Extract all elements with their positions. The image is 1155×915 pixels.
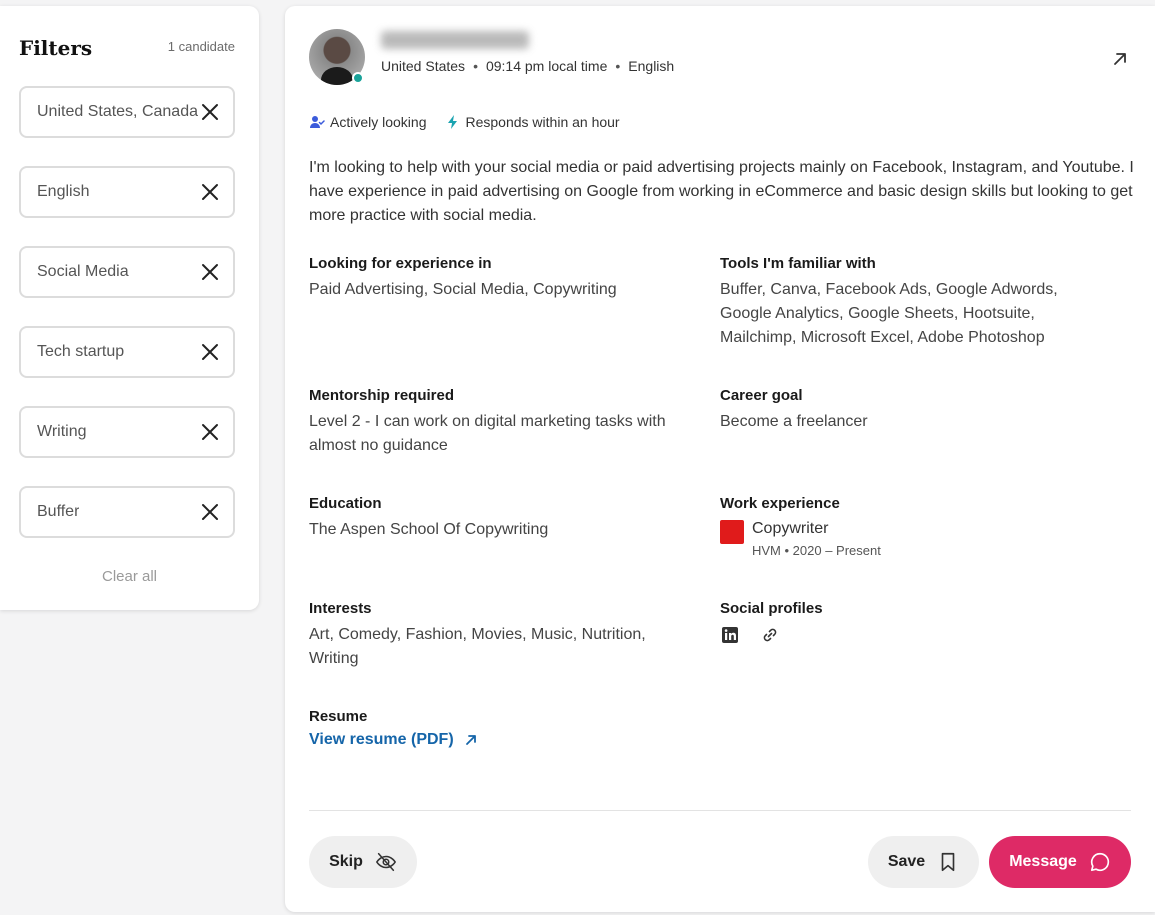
- bookmark-icon: [941, 852, 955, 872]
- view-resume-link[interactable]: View resume (PDF): [309, 731, 478, 749]
- chat-bubble-icon: [1090, 852, 1109, 872]
- section-title: Education: [309, 495, 382, 512]
- work-experience-section: Work experience Copywriter HVM • 2020 – …: [720, 495, 1100, 558]
- filter-chip-label: United States, Canada: [37, 103, 198, 120]
- social-links: [720, 625, 1100, 645]
- close-icon[interactable]: [201, 503, 219, 521]
- lightning-icon: [447, 115, 457, 129]
- response-time-badge: Responds within an hour: [445, 114, 620, 130]
- external-link-icon: [465, 735, 476, 745]
- badge-label: Responds within an hour: [465, 114, 620, 130]
- section-title: Resume: [309, 708, 368, 725]
- candidate-meta: United States • 09:14 pm local time • En…: [381, 58, 674, 74]
- candidate-profile-card: United States • 09:14 pm local time • En…: [285, 6, 1155, 912]
- filter-chip-location[interactable]: United States, Canada: [19, 86, 235, 138]
- filter-chip-tool[interactable]: Buffer: [19, 486, 235, 538]
- resume-section: Resume View resume (PDF): [309, 708, 689, 749]
- close-icon[interactable]: [201, 103, 219, 121]
- work-company-dates: HVM • 2020 – Present: [752, 543, 881, 558]
- work-entry: Copywriter HVM • 2020 – Present: [720, 518, 1100, 558]
- filter-chip-skill[interactable]: Social Media: [19, 246, 235, 298]
- section-value: Paid Advertising, Social Media, Copywrit…: [309, 281, 617, 298]
- save-label: Save: [887, 853, 926, 870]
- save-button[interactable]: Save: [868, 836, 979, 888]
- company-logo: [720, 520, 744, 544]
- filter-chip-label: English: [37, 183, 90, 200]
- section-value: Art, Comedy, Fashion, Movies, Music, Nut…: [309, 626, 646, 667]
- eye-off-icon: [375, 852, 396, 872]
- candidate-country: United States: [381, 58, 466, 74]
- work-role: Copywriter: [752, 520, 829, 537]
- skip-label: Skip: [329, 853, 363, 870]
- message-label: Message: [1009, 853, 1077, 870]
- footer-divider: [309, 810, 1131, 811]
- linkedin-icon[interactable]: [720, 625, 740, 645]
- tools-section: Tools I'm familiar with Buffer, Canva, F…: [720, 255, 1110, 350]
- section-title: Tools I'm familiar with: [720, 255, 876, 272]
- meta-separator: •: [473, 58, 478, 74]
- section-title: Career goal: [720, 387, 803, 404]
- career-goal-section: Career goal Become a freelancer: [720, 387, 1100, 434]
- status-badges: Actively looking Responds within an hour: [309, 114, 620, 130]
- filter-chip-industry[interactable]: Tech startup: [19, 326, 235, 378]
- candidate-local-time: 09:14 pm local time: [485, 58, 608, 74]
- filter-chip-interest[interactable]: Writing: [19, 406, 235, 458]
- meta-separator: •: [615, 58, 621, 74]
- candidate-bio: I'm looking to help with your social med…: [309, 159, 1134, 224]
- section-value: Level 2 - I can work on digital marketin…: [309, 413, 666, 454]
- section-title: Work experience: [720, 495, 840, 512]
- filter-chip-language[interactable]: English: [19, 166, 235, 218]
- filters-panel: Filters 1 candidate United States, Canad…: [0, 6, 259, 610]
- message-button[interactable]: Message: [989, 836, 1131, 888]
- interests-section: Interests Art, Comedy, Fashion, Movies, …: [309, 600, 669, 671]
- candidate-language: English: [628, 58, 675, 74]
- looking-for-section: Looking for experience in Paid Advertisi…: [309, 255, 689, 302]
- candidate-name-redacted: [381, 31, 529, 49]
- filters-title: Filters: [19, 36, 93, 60]
- user-check-icon: [310, 116, 325, 128]
- section-title: Mentorship required: [309, 387, 455, 404]
- skip-button[interactable]: Skip: [309, 836, 417, 888]
- education-section: Education The Aspen School Of Copywritin…: [309, 495, 689, 542]
- mentorship-section: Mentorship required Level 2 - I can work…: [309, 387, 689, 458]
- section-title: Looking for experience in: [309, 255, 492, 272]
- actively-looking-badge: Actively looking: [309, 114, 427, 130]
- clear-all-button[interactable]: Clear all: [0, 568, 259, 585]
- filter-chip-label: Buffer: [37, 503, 80, 520]
- badge-label: Actively looking: [330, 114, 427, 130]
- filter-chip-label: Social Media: [37, 263, 129, 280]
- online-status-dot: [352, 72, 364, 84]
- section-value: Become a freelancer: [720, 413, 868, 430]
- section-value: The Aspen School Of Copywriting: [309, 521, 549, 538]
- link-icon[interactable]: [760, 625, 780, 645]
- section-title: Interests: [309, 600, 372, 617]
- external-link-icon[interactable]: [1111, 50, 1129, 68]
- social-profiles-section: Social profiles: [720, 600, 1100, 645]
- section-value: Buffer, Canva, Facebook Ads, Google Adwo…: [720, 281, 1058, 346]
- close-icon[interactable]: [201, 343, 219, 361]
- view-resume-label: View resume (PDF): [309, 731, 454, 748]
- close-icon[interactable]: [201, 423, 219, 441]
- candidate-count: 1 candidate: [167, 39, 235, 54]
- filter-chip-label: Tech startup: [37, 343, 125, 360]
- close-icon[interactable]: [201, 183, 219, 201]
- close-icon[interactable]: [201, 263, 219, 281]
- filter-chip-label: Writing: [37, 423, 87, 440]
- section-title: Social profiles: [720, 600, 823, 617]
